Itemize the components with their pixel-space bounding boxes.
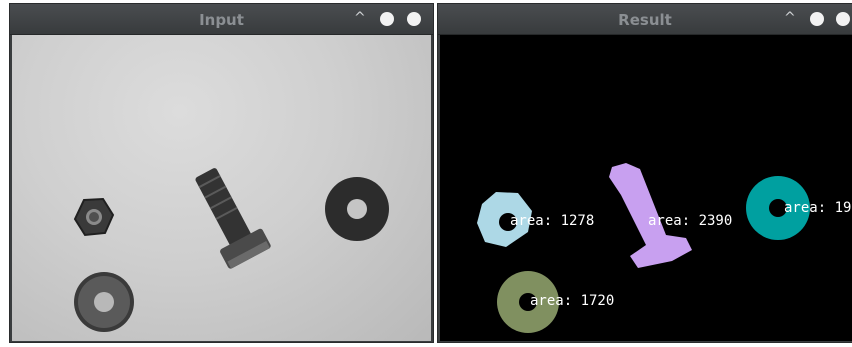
- washer-bottom: [74, 272, 134, 332]
- result-minimize-icon[interactable]: [810, 12, 824, 26]
- washer-right: [325, 177, 389, 241]
- input-titlebar[interactable]: Input ^: [10, 4, 433, 35]
- result-titlebar[interactable]: Result ^: [438, 4, 852, 35]
- result-collapse-icon[interactable]: ^: [784, 10, 796, 26]
- bolt: [195, 168, 271, 269]
- input-image: [12, 35, 431, 341]
- area-label-hexagon: area: 1278: [510, 213, 594, 229]
- area-label-washer-olive: area: 1720: [530, 293, 614, 309]
- input-collapse-icon[interactable]: ^: [354, 10, 366, 26]
- result-close-icon[interactable]: [836, 12, 850, 26]
- hex-nut: [73, 197, 115, 237]
- input-window-title: Input: [199, 11, 244, 29]
- area-label-washer-teal: area: 19: [784, 200, 851, 216]
- input-close-icon[interactable]: [407, 12, 421, 26]
- input-window: Input ^: [9, 3, 434, 343]
- input-minimize-icon[interactable]: [380, 12, 394, 26]
- area-label-bolt: area: 2390: [648, 213, 732, 229]
- result-image: area: 1278 area: 2390 area: 19 area: 172…: [440, 35, 852, 341]
- result-window: Result ^ area: 1278 area: 2390 area: 19 …: [437, 3, 852, 343]
